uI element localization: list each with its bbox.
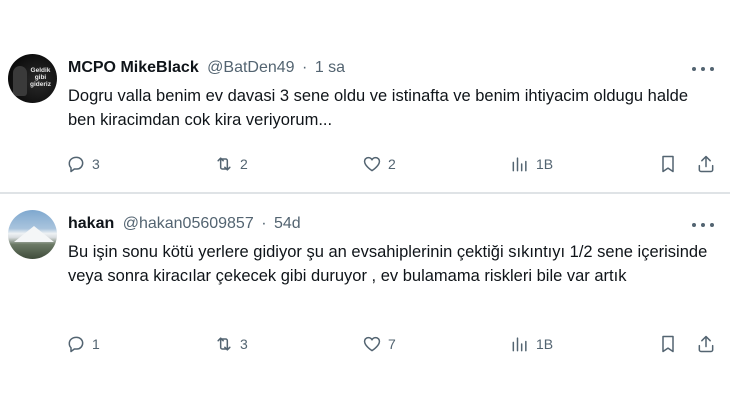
- tweet-text: Dogru valla benim ev davasi 3 sene oldu …: [68, 87, 689, 129]
- repost-icon: [217, 157, 231, 171]
- reply-button[interactable]: 1: [66, 332, 100, 356]
- repost-button[interactable]: 2: [214, 152, 248, 176]
- more-icon[interactable]: [692, 218, 714, 232]
- views-button[interactable]: 1B: [510, 332, 553, 356]
- views-icon: [512, 157, 527, 172]
- tweet-header: hakan @hakan05609857 · 54d: [68, 215, 301, 233]
- timestamp[interactable]: 54d: [274, 215, 301, 232]
- separator-dot: ·: [302, 59, 308, 76]
- avatar-figure: [13, 66, 27, 96]
- repost-button[interactable]: 3: [214, 332, 248, 356]
- avatar[interactable]: [8, 210, 57, 259]
- heart-icon: [363, 156, 381, 172]
- reply-button[interactable]: 3: [66, 152, 100, 176]
- avatar[interactable]: Geldik gibi gideriz: [8, 54, 57, 103]
- tweet[interactable]: hakan @hakan05609857 · 54d Bu işin sonu …: [0, 196, 730, 376]
- like-count: 7: [388, 336, 396, 352]
- separator-dot: ·: [261, 215, 267, 232]
- like-count: 2: [388, 156, 396, 172]
- user-handle[interactable]: @BatDen49: [207, 59, 294, 76]
- share-button[interactable]: [696, 152, 716, 176]
- display-name[interactable]: hakan: [68, 215, 114, 232]
- tweet[interactable]: Geldik gibi gideriz MCPO MikeBlack @BatDen…: [0, 40, 730, 192]
- views-count: 1B: [536, 156, 554, 172]
- bookmark-button[interactable]: [658, 332, 678, 356]
- reply-icon: [68, 156, 84, 173]
- share-icon: [698, 155, 714, 173]
- views-icon: [512, 337, 527, 352]
- bookmark-icon: [662, 155, 674, 173]
- timestamp[interactable]: 1 sa: [315, 59, 345, 76]
- user-handle[interactable]: @hakan05609857: [123, 215, 254, 232]
- avatar-mountain: [14, 226, 54, 242]
- more-icon[interactable]: [692, 62, 714, 76]
- reply-count: 3: [92, 156, 100, 172]
- repost-count: 2: [240, 156, 248, 172]
- display-name[interactable]: MCPO MikeBlack: [68, 59, 199, 76]
- action-bar: 3 2 2 1B: [66, 152, 726, 176]
- share-icon: [698, 335, 714, 353]
- views-count: 1B: [536, 336, 554, 352]
- tweet-text: Bu işin sonu kötü yerlere gidiyor şu an …: [68, 243, 708, 285]
- bookmark-icon: [662, 335, 674, 353]
- share-button[interactable]: [696, 332, 716, 356]
- avatar-text: Geldik gibi gideriz: [30, 67, 51, 88]
- like-button[interactable]: 7: [362, 332, 396, 356]
- repost-icon: [217, 337, 231, 351]
- like-button[interactable]: 2: [362, 152, 396, 176]
- heart-icon: [363, 336, 381, 352]
- tweet-divider: [0, 192, 730, 194]
- repost-count: 3: [240, 336, 248, 352]
- views-button[interactable]: 1B: [510, 152, 553, 176]
- reply-icon: [68, 336, 84, 353]
- reply-count: 1: [92, 336, 100, 352]
- action-bar: 1 3 7 1B: [66, 332, 726, 356]
- tweet-header: MCPO MikeBlack @BatDen49 · 1 sa: [68, 59, 345, 77]
- bookmark-button[interactable]: [658, 152, 678, 176]
